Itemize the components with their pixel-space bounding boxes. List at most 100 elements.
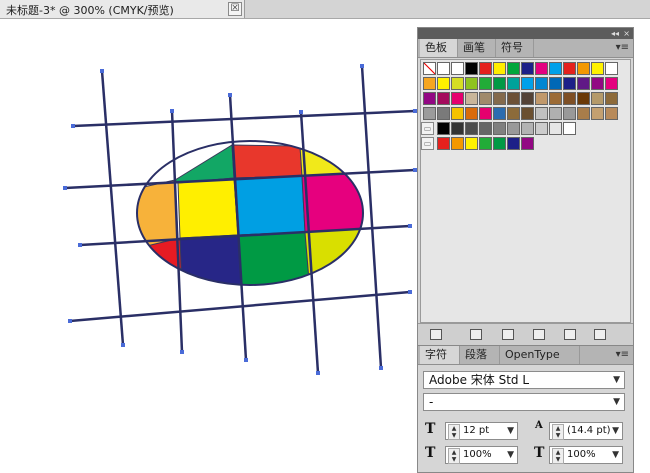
- color-swatch[interactable]: [549, 77, 562, 90]
- color-swatch[interactable]: [465, 77, 478, 90]
- color-swatch[interactable]: [591, 62, 604, 75]
- color-cell[interactable]: [301, 171, 368, 233]
- color-swatch[interactable]: [437, 92, 450, 105]
- color-swatch[interactable]: [493, 77, 506, 90]
- character-panel-menu-icon[interactable]: ▾≡: [616, 349, 629, 360]
- color-swatch[interactable]: [437, 107, 450, 120]
- color-swatch[interactable]: [493, 107, 506, 120]
- color-swatch[interactable]: [479, 62, 492, 75]
- collapse-icon[interactable]: ◂◂: [611, 28, 619, 39]
- color-cell[interactable]: [299, 145, 370, 177]
- color-swatch[interactable]: [591, 107, 604, 120]
- color-swatch[interactable]: [493, 122, 506, 135]
- color-cell[interactable]: [233, 175, 306, 236]
- color-swatch[interactable]: [563, 77, 576, 90]
- color-swatch[interactable]: [507, 137, 520, 150]
- tab-opentype[interactable]: OpenType: [500, 346, 580, 364]
- tab-paragraph[interactable]: 段落: [460, 346, 500, 364]
- color-swatch[interactable]: [451, 92, 464, 105]
- color-swatch[interactable]: [465, 62, 478, 75]
- color-swatch[interactable]: [577, 92, 590, 105]
- stepper-icon[interactable]: ▲ ▼: [552, 448, 564, 464]
- color-swatch[interactable]: [549, 122, 562, 135]
- color-swatch[interactable]: [465, 137, 478, 150]
- color-swatch[interactable]: [451, 77, 464, 90]
- color-swatch[interactable]: [479, 92, 492, 105]
- color-swatch[interactable]: [493, 137, 506, 150]
- panel-menu-icon[interactable]: ▾≡: [616, 42, 629, 53]
- color-swatch[interactable]: [521, 137, 534, 150]
- color-cell[interactable]: [130, 237, 183, 281]
- color-swatch[interactable]: [493, 92, 506, 105]
- delete-swatch-icon[interactable]: [594, 329, 606, 340]
- color-swatch[interactable]: [521, 122, 534, 135]
- color-swatch[interactable]: [521, 77, 534, 90]
- color-swatch[interactable]: [465, 122, 478, 135]
- horizontal-scale-field[interactable]: ▲ ▼ 100% ▼: [549, 446, 623, 464]
- color-swatch[interactable]: [437, 77, 450, 90]
- color-swatch[interactable]: [493, 62, 506, 75]
- grid-line[interactable]: [360, 65, 383, 369]
- color-swatch[interactable]: [451, 62, 464, 75]
- swatch-libraries-icon[interactable]: [430, 329, 442, 340]
- color-swatch[interactable]: [535, 122, 548, 135]
- color-swatch[interactable]: [535, 62, 548, 75]
- font-size-field[interactable]: ▲ ▼ 12 pt ▼: [445, 422, 518, 440]
- document-tab[interactable]: 未标题-3* @ 300% (CMYK/预览) ☒: [0, 0, 245, 18]
- color-swatch[interactable]: [423, 77, 436, 90]
- color-swatch[interactable]: [577, 77, 590, 90]
- color-swatch[interactable]: [605, 92, 618, 105]
- color-swatch[interactable]: [521, 92, 534, 105]
- tab-character[interactable]: 字符: [420, 346, 460, 364]
- color-swatch[interactable]: [451, 122, 464, 135]
- color-swatch[interactable]: [507, 77, 520, 90]
- grid-line[interactable]: [100, 70, 125, 346]
- color-swatch[interactable]: [465, 92, 478, 105]
- color-swatch[interactable]: [451, 107, 464, 120]
- stepper-icon[interactable]: ▲ ▼: [552, 424, 564, 440]
- color-swatch[interactable]: [437, 122, 450, 135]
- color-swatch[interactable]: [549, 92, 562, 105]
- color-swatch[interactable]: [423, 107, 436, 120]
- color-swatch[interactable]: [577, 62, 590, 75]
- color-cell[interactable]: [231, 144, 303, 179]
- color-swatch[interactable]: [535, 107, 548, 120]
- color-cell[interactable]: [174, 144, 235, 184]
- ellipse-color-cells[interactable]: [130, 144, 370, 292]
- tab-swatches[interactable]: 色板: [420, 39, 458, 57]
- stepper-icon[interactable]: ▲ ▼: [448, 448, 460, 464]
- vertical-scale-field[interactable]: ▲ ▼ 100% ▼: [445, 446, 518, 464]
- color-swatch[interactable]: [521, 62, 534, 75]
- color-swatch[interactable]: [507, 92, 520, 105]
- color-swatch[interactable]: [535, 77, 548, 90]
- color-swatch[interactable]: [605, 107, 618, 120]
- font-style-dropdown[interactable]: - ▼: [423, 393, 625, 411]
- swatch-options-icon[interactable]: [502, 329, 514, 340]
- color-swatch[interactable]: [423, 92, 436, 105]
- stepper-icon[interactable]: ▲ ▼: [448, 424, 460, 440]
- color-swatch[interactable]: [465, 107, 478, 120]
- color-swatch[interactable]: [535, 92, 548, 105]
- color-swatch[interactable]: [591, 77, 604, 90]
- color-swatch[interactable]: [437, 62, 450, 75]
- color-swatch[interactable]: [563, 62, 576, 75]
- color-swatch[interactable]: [549, 107, 562, 120]
- color-swatch[interactable]: [479, 137, 492, 150]
- show-kinds-icon[interactable]: [470, 329, 482, 340]
- tab-symbols[interactable]: 符号: [496, 39, 534, 57]
- color-swatch[interactable]: [437, 137, 450, 150]
- color-swatch[interactable]: [479, 77, 492, 90]
- color-cell[interactable]: [304, 227, 370, 292]
- color-cell[interactable]: [177, 177, 239, 239]
- new-swatch-icon[interactable]: [564, 329, 576, 340]
- color-group-folder-icon[interactable]: ▭: [421, 122, 434, 135]
- color-swatch[interactable]: [479, 122, 492, 135]
- leading-field[interactable]: ▲ ▼ (14.4 pt) ▼: [549, 422, 623, 440]
- grid-line[interactable]: [72, 109, 416, 128]
- color-swatch[interactable]: [605, 77, 618, 90]
- none-swatch[interactable]: [423, 62, 436, 75]
- color-swatch[interactable]: [451, 137, 464, 150]
- color-group-folder-icon[interactable]: ▭: [421, 137, 434, 150]
- panel-close-icon[interactable]: ×: [623, 28, 630, 39]
- color-swatch[interactable]: [507, 122, 520, 135]
